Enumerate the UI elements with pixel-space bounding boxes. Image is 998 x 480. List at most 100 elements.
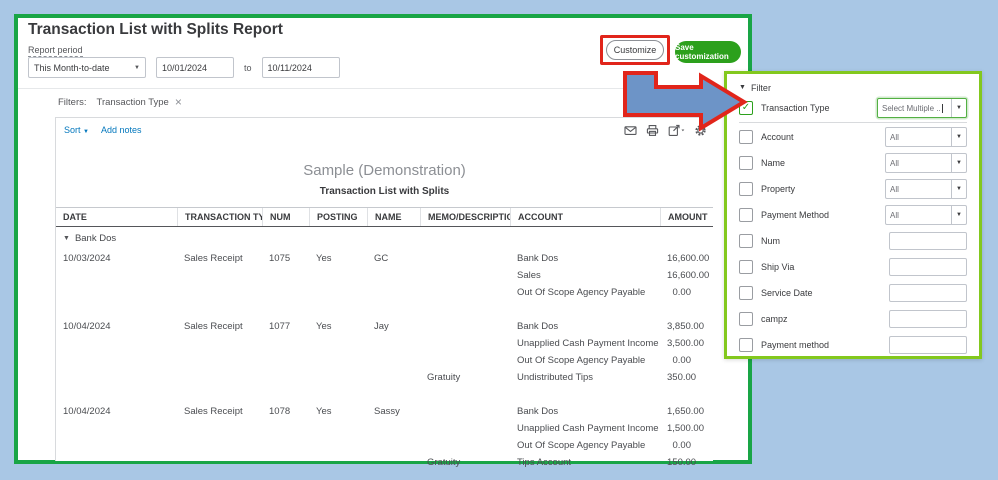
filter-row: ✓ Transaction Type Select Multiple .. ▼: [739, 95, 967, 121]
filter-row: Num: [739, 228, 967, 254]
add-notes-link[interactable]: Add notes: [101, 125, 142, 135]
save-customization-button[interactable]: Save customization: [675, 41, 741, 63]
table-row: Out Of Scope Agency Payable 0.00: [56, 352, 713, 369]
cell-name: [367, 335, 420, 352]
chevron-down-icon[interactable]: ▼: [951, 154, 966, 172]
table-row: 10/03/2024 Sales Receipt 1075 Yes GC Bank Dos…: [56, 250, 713, 267]
settings-gear-icon[interactable]: [694, 124, 707, 137]
filter-select[interactable]: All ▼: [885, 205, 967, 225]
filter-input[interactable]: [889, 232, 967, 250]
chevron-down-icon[interactable]: ▼: [951, 206, 966, 224]
cell-account: Bank Dos: [517, 253, 559, 264]
filter-checkbox[interactable]: [739, 260, 753, 274]
chevron-down-icon[interactable]: ▼: [951, 180, 966, 198]
cell-posting: [309, 420, 367, 437]
group-row[interactable]: ▼ Bank Dos: [56, 223, 713, 246]
header-divider: [18, 88, 748, 89]
cell-num: 1075: [269, 253, 291, 264]
filter-checkbox[interactable]: [739, 338, 753, 352]
export-icon[interactable]: [668, 124, 685, 137]
filter-input[interactable]: [889, 258, 967, 276]
filter-select[interactable]: All ▼: [885, 127, 967, 147]
cell-amount: 1,650.00: [667, 406, 704, 417]
report-period-controls: This Month-to-date ▼ 10/01/2024 to 10/11…: [28, 57, 340, 78]
filter-select[interactable]: All ▼: [885, 153, 967, 173]
cell-posting: Yes: [316, 406, 332, 417]
filter-select-value: All: [890, 210, 899, 220]
date-from-input[interactable]: 10/01/2024: [156, 57, 234, 78]
filter-panel-header[interactable]: ▼ Filter: [739, 80, 967, 95]
filter-select[interactable]: All ▼: [885, 179, 967, 199]
cell-type: [177, 267, 262, 284]
filter-checkbox[interactable]: [739, 130, 753, 144]
sort-menu[interactable]: Sort ▼: [64, 125, 89, 135]
cell-memo: [420, 318, 510, 335]
cell-type: [177, 352, 262, 369]
cell-name: [367, 352, 420, 369]
cell-account: Undistributed Tips: [517, 372, 594, 383]
email-icon[interactable]: [624, 124, 637, 137]
cell-memo: [420, 284, 510, 301]
transaction: 10/03/2024 Sales Receipt 1075 Yes GC Bank Dos…: [56, 250, 713, 301]
cell-date: 10/04/2024: [63, 406, 111, 417]
filter-checkbox[interactable]: ✓: [739, 101, 753, 115]
cell-posting: [309, 369, 367, 386]
cell-num: [262, 369, 309, 386]
cell-type: [177, 420, 262, 437]
cell-amount: 16,600.00: [667, 270, 710, 281]
filter-chip[interactable]: Transaction Type: [97, 97, 169, 108]
filter-checkbox[interactable]: [739, 156, 753, 170]
filter-input[interactable]: [889, 310, 967, 328]
cell-name: [367, 267, 420, 284]
period-select[interactable]: This Month-to-date ▼: [28, 57, 146, 78]
cell-amount: 3,500.00: [667, 338, 704, 349]
cell-name: Jay: [374, 321, 389, 332]
filter-label: Payment Method: [761, 210, 830, 220]
cell-account: Out Of Scope Agency Payable: [517, 355, 646, 366]
cell-account: Bank Dos: [517, 321, 559, 332]
cell-amount: 150.00: [667, 457, 697, 468]
filter-row: Payment method: [739, 332, 967, 358]
report-period-label: Report period: [28, 45, 83, 57]
table-row: Unapplied Cash Payment Income 1,500.00: [56, 420, 713, 437]
cell-amount: 3,850.00: [667, 321, 704, 332]
date-to-input[interactable]: 10/11/2024: [261, 57, 340, 78]
cell-amount: 350.00: [667, 372, 697, 383]
chevron-down-icon[interactable]: ▼: [951, 128, 966, 146]
cell-date: [56, 369, 177, 386]
date-to-label: to: [244, 62, 252, 73]
filter-select-value: All: [890, 184, 899, 194]
cell-type: Sales Receipt: [184, 406, 243, 417]
filter-select[interactable]: Select Multiple .. ▼: [877, 98, 967, 118]
transaction: 10/04/2024 Sales Receipt 1078 Yes Sassy Bank …: [56, 403, 713, 471]
cell-type: [177, 437, 262, 454]
cell-memo: [420, 403, 510, 420]
table-row: 10/04/2024 Sales Receipt 1078 Yes Sassy Bank …: [56, 403, 713, 420]
cell-name: [367, 284, 420, 301]
filter-select-value: Select Multiple ..: [882, 103, 943, 113]
filter-checkbox[interactable]: [739, 312, 753, 326]
filter-checkbox[interactable]: [739, 234, 753, 248]
filter-label: Transaction Type: [761, 103, 830, 113]
filter-input[interactable]: [889, 336, 967, 354]
filter-select-value: All: [890, 158, 899, 168]
table-row: 10/04/2024 Sales Receipt 1077 Yes Jay Bank Do…: [56, 318, 713, 335]
cell-posting: [309, 352, 367, 369]
chevron-down-icon[interactable]: ▼: [951, 99, 966, 117]
cell-amount: 16,600.00: [667, 253, 710, 264]
filter-checkbox[interactable]: [739, 208, 753, 222]
checkmark-icon: ✓: [741, 102, 751, 113]
customize-button[interactable]: Customize: [606, 40, 664, 60]
filter-input[interactable]: [889, 284, 967, 302]
filters-bar: Filters: Transaction Type ×: [58, 96, 182, 108]
filter-chip-close-icon[interactable]: ×: [175, 96, 182, 108]
filter-label: Ship Via: [761, 262, 795, 272]
cell-posting: [309, 335, 367, 352]
filter-label: campz: [761, 314, 788, 324]
customize-highlight-box: Customize: [600, 35, 670, 65]
print-icon[interactable]: [646, 124, 659, 137]
cell-date: [56, 437, 177, 454]
filter-checkbox[interactable]: [739, 182, 753, 196]
filter-checkbox[interactable]: [739, 286, 753, 300]
cell-memo: [420, 250, 510, 267]
